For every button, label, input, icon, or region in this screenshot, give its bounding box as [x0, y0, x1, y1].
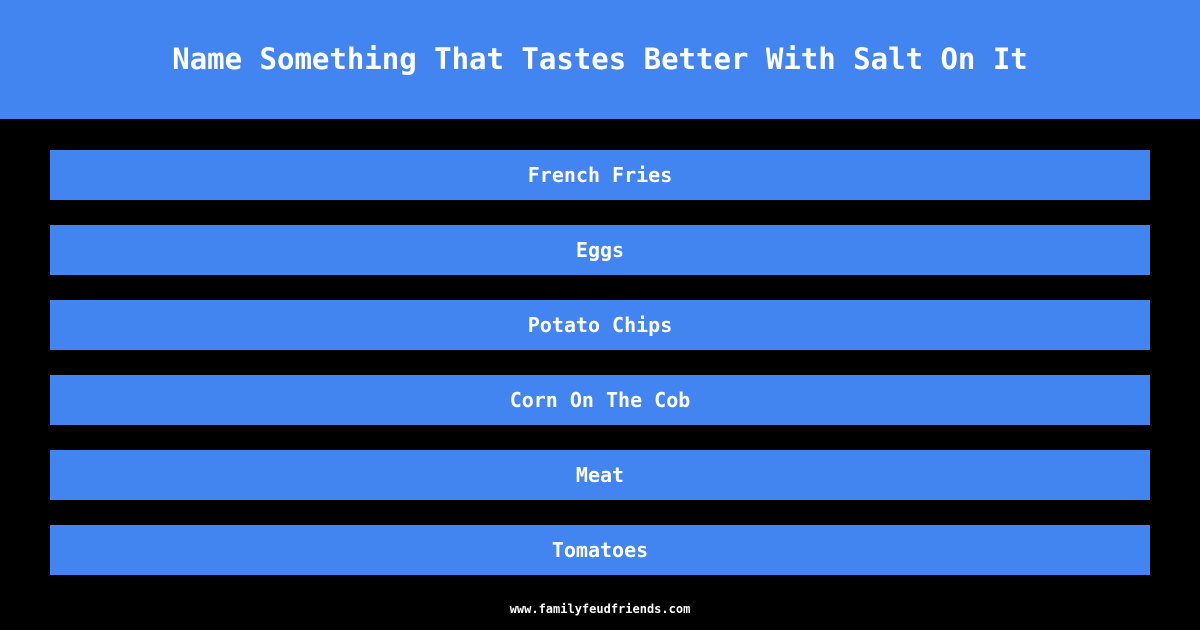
- answer-row-5[interactable]: Meat: [50, 450, 1150, 500]
- answer-label: Tomatoes: [551, 538, 649, 562]
- answer-label: Potato Chips: [527, 313, 673, 337]
- answer-label: Meat: [575, 463, 625, 487]
- answer-row-6[interactable]: Tomatoes: [50, 525, 1150, 575]
- page-title: Name Something That Tastes Better With S…: [172, 42, 1028, 76]
- site-url-label[interactable]: www.familyfeudfriends.com: [510, 602, 691, 616]
- footer: www.familyfeudfriends.com: [0, 598, 1200, 617]
- answer-label: Corn On The Cob: [509, 388, 691, 412]
- answer-row-2[interactable]: Eggs: [50, 225, 1150, 275]
- answer-label: French Fries: [527, 163, 673, 187]
- family-feud-answer-card: Name Something That Tastes Better With S…: [0, 0, 1200, 630]
- answer-row-1[interactable]: French Fries: [50, 150, 1150, 200]
- answer-list: French Fries Eggs Potato Chips Corn On T…: [50, 150, 1150, 575]
- answer-label: Eggs: [575, 238, 625, 262]
- answer-row-3[interactable]: Potato Chips: [50, 300, 1150, 350]
- question-header-band: Name Something That Tastes Better With S…: [0, 0, 1200, 119]
- answer-row-4[interactable]: Corn On The Cob: [50, 375, 1150, 425]
